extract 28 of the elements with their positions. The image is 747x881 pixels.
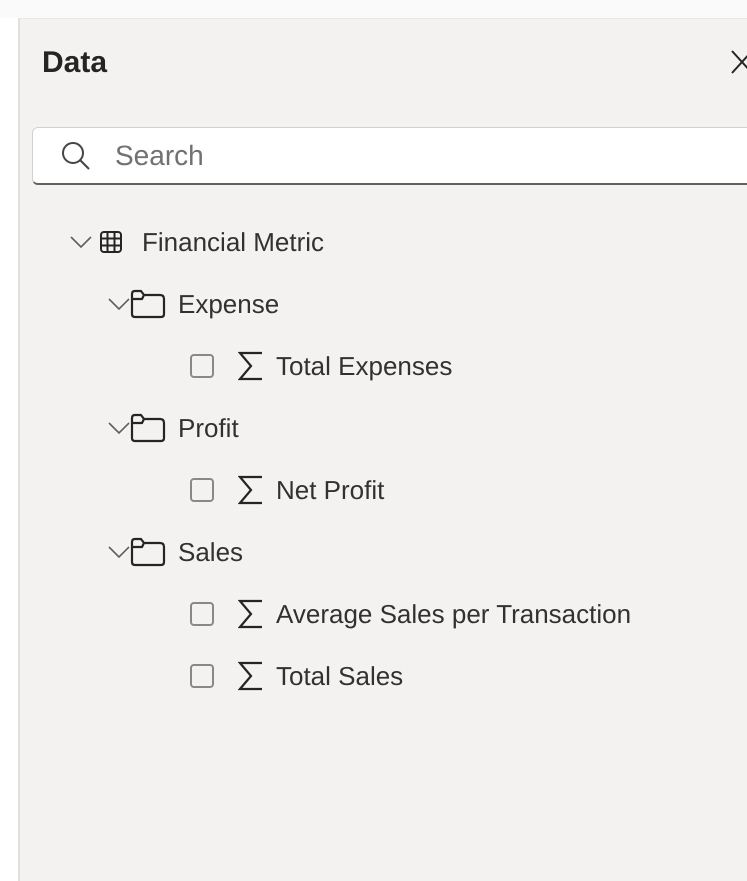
close-icon[interactable]	[730, 49, 747, 75]
search-icon	[60, 140, 92, 172]
tree-item-label[interactable]: Financial Metric	[142, 222, 324, 262]
tree-item-label[interactable]: Sales	[178, 532, 244, 572]
folder-icon	[130, 289, 166, 319]
checkbox[interactable]	[190, 664, 214, 688]
checkbox[interactable]	[190, 602, 214, 626]
tree-item-label[interactable]: Total Sales	[276, 656, 404, 696]
tree-item-label[interactable]: Net Profit	[276, 470, 384, 510]
chevron-down-icon[interactable]	[108, 297, 130, 311]
tree-item-label[interactable]: Expense	[178, 284, 280, 324]
checkbox[interactable]	[190, 354, 214, 378]
table-icon	[100, 231, 122, 253]
sigma-icon	[238, 475, 264, 505]
chevron-down-icon[interactable]	[70, 235, 92, 249]
folder-icon	[130, 537, 166, 567]
sigma-icon	[238, 599, 264, 629]
sigma-icon	[238, 661, 264, 691]
tree-item-label[interactable]: Profit	[178, 408, 239, 448]
tree-item-label[interactable]: Average Sales per Transaction	[276, 594, 632, 634]
tree-item-label[interactable]: Total Expenses	[276, 346, 452, 386]
checkbox[interactable]	[190, 478, 214, 502]
chevron-down-icon[interactable]	[108, 545, 130, 559]
panel-title: Data	[42, 44, 108, 80]
chevron-down-icon[interactable]	[108, 421, 130, 435]
search-field[interactable]: Search	[32, 127, 747, 185]
folder-icon	[130, 413, 166, 443]
sigma-icon	[238, 351, 264, 381]
